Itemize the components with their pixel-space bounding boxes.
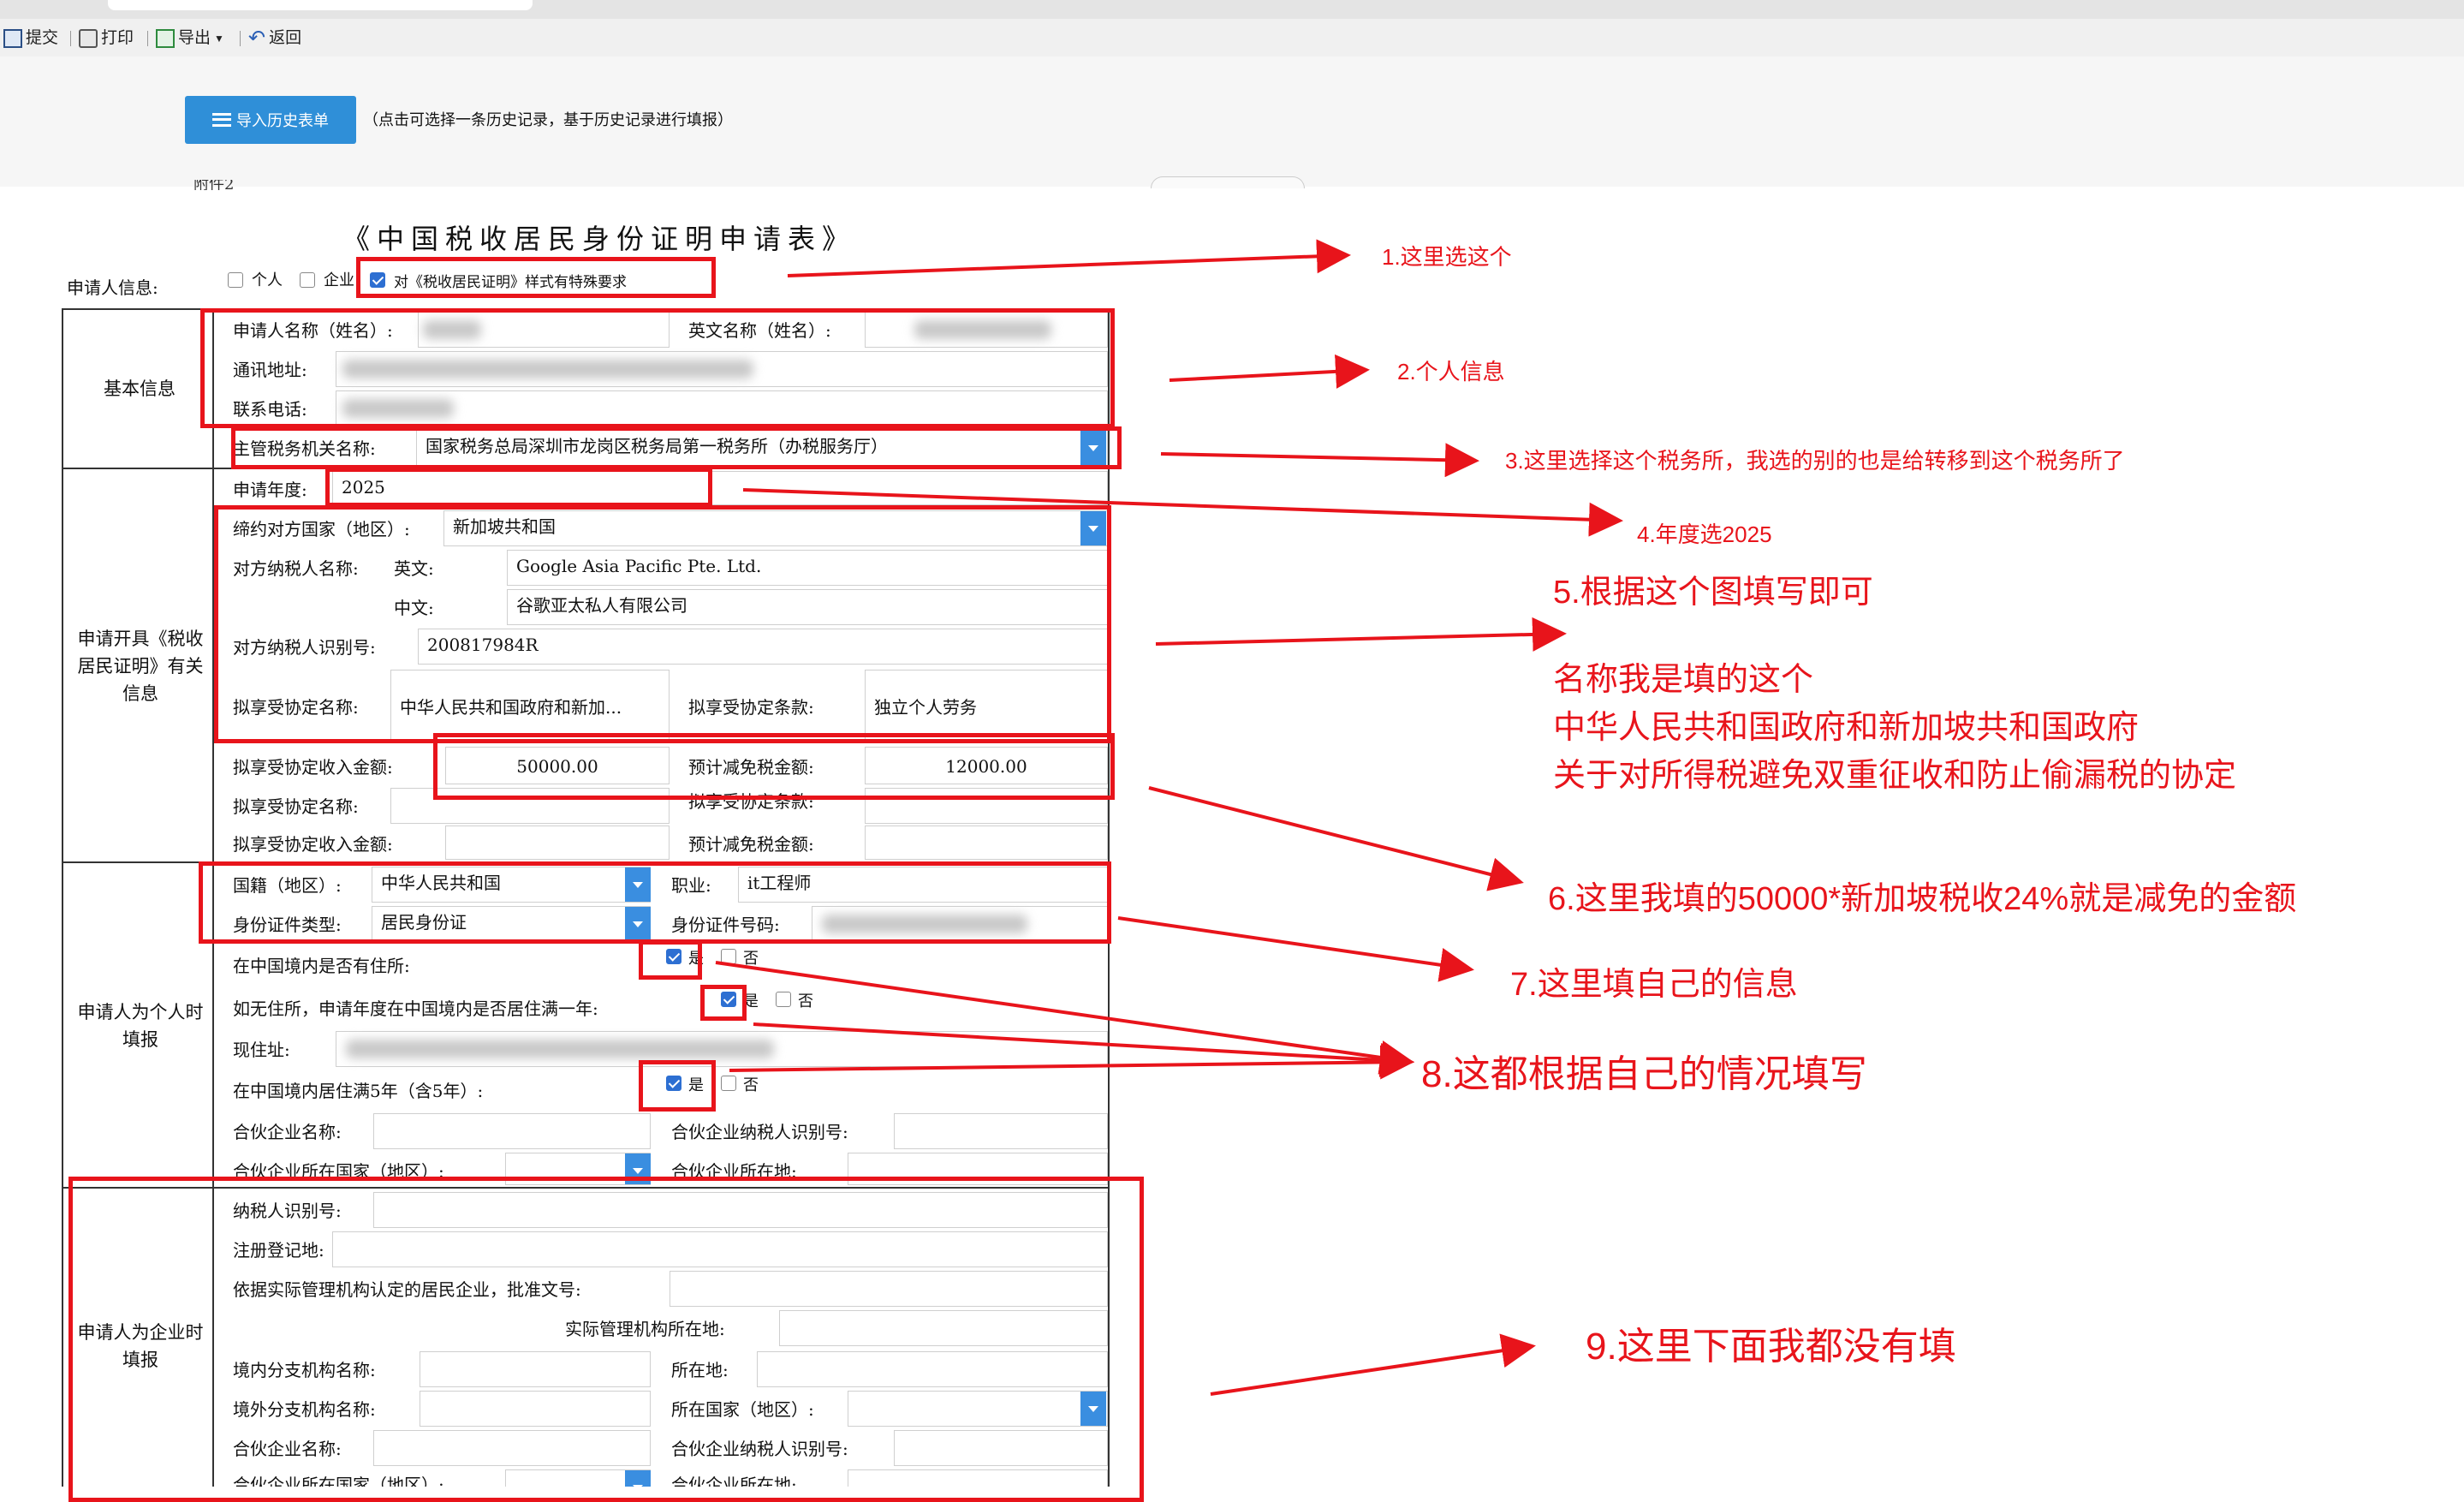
annotation-5-line1: 名称我是填的这个 [1553, 662, 1814, 698]
annotation-6: 6.这里我填的50000*新加坡税收24%就是减免的金额 [1548, 881, 2297, 917]
annotation-7: 7.这里填自己的信息 [1510, 967, 1798, 1003]
annotation-5: 5.根据这个图填写即可 [1553, 575, 1873, 611]
arrow-2 [1169, 354, 1370, 389]
arrow-8c [729, 1045, 1414, 1080]
annotation-5-line3: 关于对所得税避免双重征收和防止偷漏税的协定 [1553, 758, 2237, 794]
arrow-8a [715, 961, 1414, 1075]
annotation-3: 3.这里选择这个税务所，我选的别的也是给转移到这个税务所了 [1505, 448, 2125, 474]
arrow-7 [1117, 916, 1474, 982]
annotation-8: 8.这都根据自己的情况填写 [1421, 1053, 1867, 1095]
arrow-8b [753, 1022, 1414, 1077]
annotation-4: 4.年度选2025 [1637, 522, 1772, 547]
annotation-9: 9.这里下面我都没有填 [1586, 1326, 1956, 1368]
arrow-6 [1148, 786, 1524, 891]
arrow-9 [1210, 1333, 1536, 1396]
arrow-5 [1155, 617, 1567, 652]
annotation-5-line2: 中华人民共和国政府和新加坡共和国政府 [1553, 710, 2140, 746]
annotation-2: 2.个人信息 [1397, 359, 1505, 384]
arrow-1 [787, 239, 1351, 277]
arrow-4 [742, 488, 1623, 537]
annotation-1: 1.这里选这个 [1382, 244, 1512, 270]
arrow-3 [1160, 443, 1479, 478]
